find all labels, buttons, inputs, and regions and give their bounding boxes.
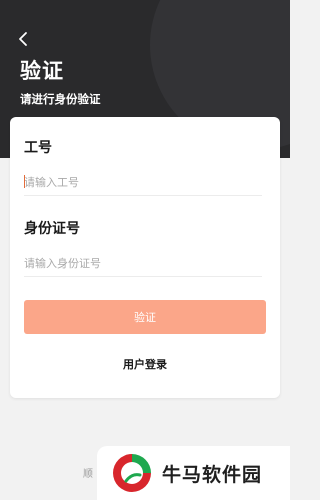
page-title: 验证 (20, 59, 64, 83)
watermark: 牛马软件园 (97, 446, 290, 500)
footer-text: 顺 (83, 469, 93, 480)
id-number-label: 身份证号 (24, 221, 80, 237)
verification-card: 工号 身份证号 验证 用户登录 (10, 117, 280, 398)
watermark-text: 牛马软件园 (162, 463, 263, 486)
id-number-input[interactable] (24, 250, 262, 277)
back-button[interactable] (12, 28, 34, 50)
niuma-logo-icon (111, 452, 153, 494)
page-subtitle: 请进行身份验证 (20, 92, 101, 106)
employee-id-label: 工号 (24, 140, 52, 156)
employee-id-input[interactable] (24, 169, 262, 196)
text-cursor (24, 175, 25, 188)
chevron-left-icon (19, 32, 27, 46)
verify-button[interactable]: 验证 (24, 300, 266, 334)
user-login-link[interactable]: 用户登录 (10, 356, 280, 372)
